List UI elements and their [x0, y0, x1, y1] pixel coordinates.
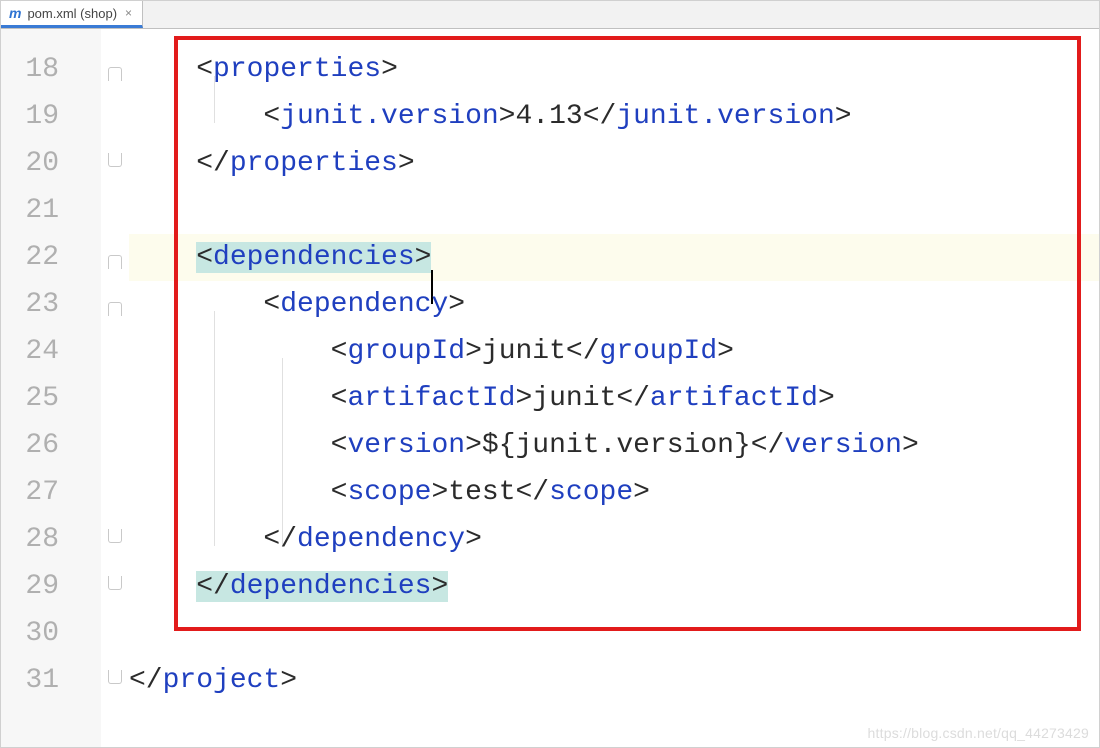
code-line[interactable]	[129, 610, 1099, 657]
watermark-text: https://blog.csdn.net/qq_44273429	[868, 725, 1089, 741]
code-line[interactable]: <dependency>	[129, 281, 1099, 328]
line-number: 26	[1, 422, 101, 469]
editor-tab-pom[interactable]: m pom.xml (shop) ×	[1, 1, 143, 28]
code-line[interactable]: <properties>	[129, 46, 1099, 93]
code-line[interactable]: <version>${junit.version}</version>	[129, 422, 1099, 469]
code-line[interactable]: <junit.version>4.13</junit.version>	[129, 93, 1099, 140]
editor: 18 19 20 21 22 23 24 25 26 27 28 29 30 3…	[1, 29, 1099, 747]
line-number: 25	[1, 375, 101, 422]
line-number: 18	[1, 46, 101, 93]
line-number: 29	[1, 563, 101, 610]
line-number: 19	[1, 93, 101, 140]
line-number: 23	[1, 281, 101, 328]
code-line[interactable]: <artifactId>junit</artifactId>	[129, 375, 1099, 422]
line-number: 24	[1, 328, 101, 375]
code-line[interactable]: </project>	[129, 657, 1099, 704]
line-number: 30	[1, 610, 101, 657]
code-line[interactable]: <scope>test</scope>	[129, 469, 1099, 516]
line-number: 20	[1, 140, 101, 187]
close-icon[interactable]: ×	[123, 6, 134, 20]
code-line-current[interactable]: <dependencies>	[129, 234, 1099, 281]
code-area[interactable]: <properties> <junit.version>4.13</junit.…	[101, 29, 1099, 747]
line-number: 27	[1, 469, 101, 516]
code-line[interactable]: <groupId>junit</groupId>	[129, 328, 1099, 375]
code-line[interactable]: </properties>	[129, 140, 1099, 187]
tab-label: pom.xml (shop)	[27, 6, 117, 21]
code-line[interactable]: </dependencies>	[129, 563, 1099, 610]
line-number: 21	[1, 187, 101, 234]
line-number: 31	[1, 657, 101, 704]
line-number: 22	[1, 234, 101, 281]
line-number-gutter: 18 19 20 21 22 23 24 25 26 27 28 29 30 3…	[1, 29, 101, 747]
code-line[interactable]	[129, 187, 1099, 234]
tab-bar: m pom.xml (shop) ×	[1, 1, 1099, 29]
code-line[interactable]: </dependency>	[129, 516, 1099, 563]
line-number: 28	[1, 516, 101, 563]
maven-icon: m	[9, 5, 21, 21]
